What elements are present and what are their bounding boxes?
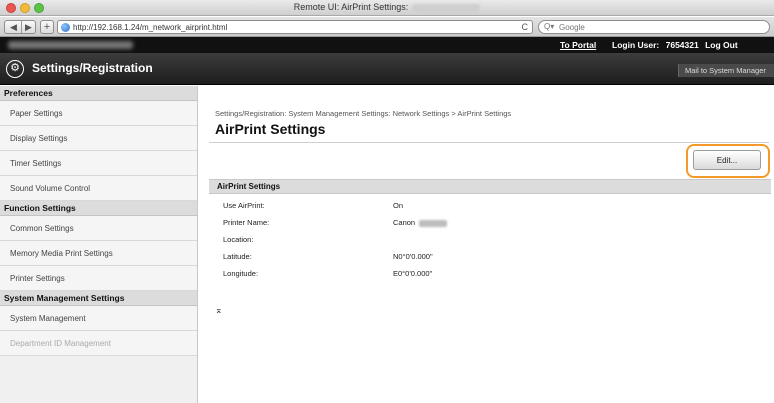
login-info: Login User: 7654321 Log Out — [608, 40, 738, 50]
setting-label: Longitude: — [223, 269, 259, 278]
app-title: Settings/Registration — [32, 61, 153, 75]
sidebar-item-timer-settings[interactable]: Timer Settings — [0, 151, 197, 176]
sidebar-item-display-settings[interactable]: Display Settings — [0, 126, 197, 151]
back-icon[interactable]: ◀ — [10, 22, 17, 33]
search-input[interactable] — [559, 22, 759, 32]
settings-gear-icon: ⚙ — [6, 60, 24, 78]
sidebar-item-common-settings[interactable]: Common Settings — [0, 216, 197, 241]
breadcrumb: Settings/Registration: System Management… — [215, 109, 512, 118]
sidebar-item-printer-settings[interactable]: Printer Settings — [0, 266, 197, 291]
setting-label: Printer Name: — [223, 218, 270, 227]
mail-to-system-manager-link[interactable]: Mail to System Manager — [678, 64, 774, 77]
login-user-id: 7654321 — [665, 40, 699, 50]
sidebar: Preferences Paper Settings Display Setti… — [0, 86, 198, 403]
sidebar-item-department-id-management[interactable]: Department ID Management — [0, 331, 197, 356]
nav-divider — [21, 21, 22, 33]
setting-value: N0°0'0.000" — [393, 252, 433, 261]
edit-button[interactable]: Edit... — [693, 150, 761, 170]
page-title: AirPrint Settings — [215, 121, 326, 137]
window-title: Remote UI: AirPrint Settings: — [0, 2, 774, 12]
add-bookmark-button[interactable]: + — [40, 20, 54, 34]
address-bar[interactable]: http://192.168.1.24/m_network_airprint.h… — [57, 20, 533, 34]
setting-row-longitude: Longitude: E0°0'0.000" — [209, 266, 771, 283]
address-url: http://192.168.1.24/m_network_airprint.h… — [73, 23, 228, 32]
sidebar-item-memory-media-print-settings[interactable]: Memory Media Print Settings — [0, 241, 197, 266]
forward-icon[interactable]: ▶ — [25, 22, 32, 33]
section-header-airprint-settings: AirPrint Settings — [209, 179, 771, 194]
sidebar-section-preferences: Preferences — [0, 86, 197, 101]
window-title-text: Remote UI: AirPrint Settings: — [293, 2, 409, 12]
settings-list: Use AirPrint: On Printer Name: Canon Loc… — [209, 198, 771, 283]
sidebar-item-paper-settings[interactable]: Paper Settings — [0, 101, 197, 126]
setting-row-use-airprint: Use AirPrint: On — [209, 198, 771, 215]
setting-row-latitude: Latitude: N0°0'0.000" — [209, 249, 771, 266]
device-name-redacted — [8, 41, 133, 49]
setting-value: On — [393, 201, 404, 210]
setting-value: E0°0'0.000" — [393, 269, 433, 278]
nav-buttons: ◀ ▶ — [4, 20, 36, 34]
setting-value-container: Canon — [393, 218, 448, 227]
search-bar[interactable]: Q▾ — [538, 20, 770, 34]
sidebar-section-function-settings: Function Settings — [0, 201, 197, 216]
sidebar-item-system-management[interactable]: System Management — [0, 306, 197, 331]
top-status-bar: To Portal Login User: 7654321 Log Out — [0, 37, 774, 53]
search-icon: Q▾ — [544, 22, 555, 31]
setting-label: Latitude: — [223, 252, 252, 261]
setting-label: Use AirPrint: — [223, 201, 265, 210]
main-content: Settings/Registration: System Management… — [199, 86, 774, 403]
browser-toolbar: ◀ ▶ + http://192.168.1.24/m_network_airp… — [0, 17, 774, 37]
window-titlebar: Remote UI: AirPrint Settings: — [0, 0, 774, 16]
printer-name-redacted — [419, 219, 448, 227]
setting-label: Location: — [223, 235, 254, 244]
setting-row-location: Location: — [209, 232, 771, 249]
setting-value: Canon — [393, 218, 416, 227]
sidebar-item-sound-volume-control[interactable]: Sound Volume Control — [0, 176, 197, 201]
title-divider — [209, 142, 769, 143]
back-to-top-icon[interactable]: ⌅ — [215, 305, 223, 316]
logout-link[interactable]: Log Out — [705, 40, 738, 50]
setting-row-printer-name: Printer Name: Canon — [209, 215, 771, 232]
reload-icon[interactable]: C — [522, 22, 529, 32]
app-header: ⚙ Settings/Registration Mail to System M… — [0, 53, 774, 85]
window-title-redacted — [412, 3, 481, 12]
globe-icon — [61, 23, 70, 32]
login-user-label: Login User: — [612, 40, 660, 50]
sidebar-section-system-management-settings: System Management Settings — [0, 291, 197, 306]
to-portal-link[interactable]: To Portal — [560, 40, 596, 50]
